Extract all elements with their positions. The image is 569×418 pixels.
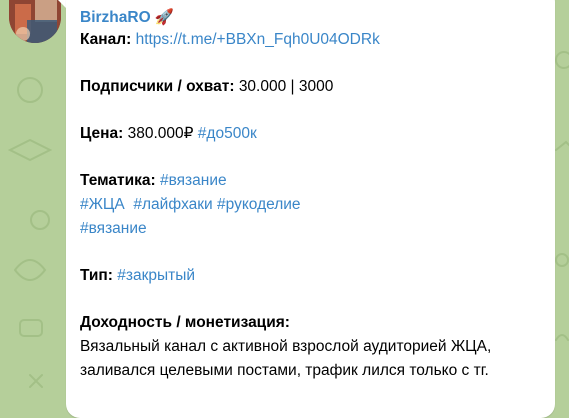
topic-hashtag[interactable]: #вязание (80, 220, 147, 237)
subscribers-line: Подписчики / охват: 30.000 | 3000 (80, 75, 550, 99)
channel-link[interactable]: https://t.me/+BBXn_Fqh0U04ODRk (136, 31, 380, 48)
price-value: 380.000₽ (127, 125, 194, 142)
description-line: заливался целевыми постами, трафик лился… (80, 362, 489, 379)
subscribers-label: Подписчики / охват: (80, 78, 235, 95)
type-hashtag[interactable]: #закрытый (117, 267, 195, 284)
topic-hashtag[interactable]: #рукоделие (217, 196, 301, 213)
channel-label: Канал: (80, 31, 132, 48)
income-label: Доходность / монетизация: (80, 314, 290, 331)
price-line: Цена: 380.000₽ #до500к (80, 122, 550, 146)
message-content: BirzhaRO 🚀 Канал: https://t.me/+BBXn_Fqh0… (80, 0, 550, 383)
sender-name[interactable]: BirzhaRO 🚀 (80, 6, 550, 28)
type-line: Тип: #закрытый (80, 264, 550, 288)
channel-line: Канал: https://t.me/+BBXn_Fqh0U04ODRk (80, 28, 550, 52)
price-label: Цена: (80, 125, 124, 142)
subscribers-value: 30.000 | 3000 (238, 78, 334, 95)
topic-label: Тематика: (80, 172, 156, 189)
description-line: Вязальный канал с активной взрослой ауди… (80, 338, 492, 355)
topic-line: Тематика: #вязание (80, 169, 550, 193)
topic-tags-line: #вязание (80, 217, 550, 241)
topic-hashtag[interactable]: #вязание (160, 172, 227, 189)
price-hashtag[interactable]: #до500к (198, 125, 257, 142)
rocket-icon: 🚀 (154, 9, 174, 26)
topic-hashtag[interactable]: #ЖЦА (80, 196, 125, 213)
type-label: Тип: (80, 267, 113, 284)
topic-hashtag[interactable]: #лайфхаки (133, 196, 212, 213)
income-label-line: Доходность / монетизация: (80, 311, 550, 335)
topic-tags-line: #ЖЦА #лайфхаки #рукоделие (80, 193, 550, 217)
